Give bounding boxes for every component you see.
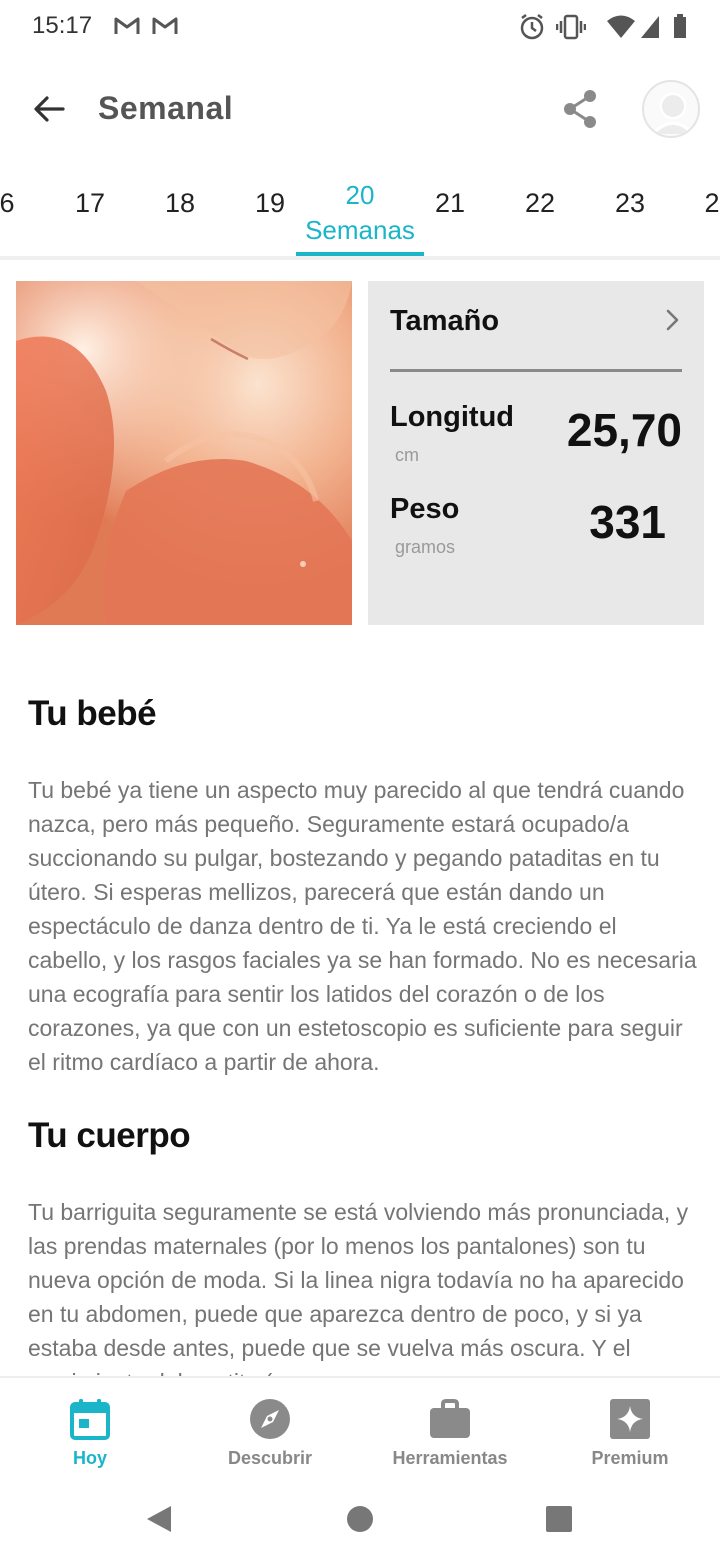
- section-body-baby: Tu bebé ya tiene un aspecto muy parecido…: [28, 777, 697, 1075]
- size-card[interactable]: Tamaño Longitud cm 25,70 Peso gramos 331: [368, 281, 704, 625]
- length-label: Longitud: [390, 401, 515, 433]
- avatar-icon: [651, 92, 695, 136]
- week-tab[interactable]: 21: [410, 188, 490, 219]
- nav-label-descubrir: Descubrir: [227, 1448, 313, 1468]
- section-title-body: Tu cuerpo: [28, 1116, 191, 1155]
- status-time: 15:17: [32, 12, 93, 39]
- nav-label-hoy: Hoy: [72, 1448, 107, 1468]
- nav-item-herramientas[interactable]: Herramientas: [360, 1378, 540, 1486]
- nav-item-descubrir[interactable]: Descubrir: [180, 1378, 360, 1486]
- system-nav-bar: [0, 1486, 720, 1560]
- wifi-icon: [607, 15, 635, 38]
- length-unit: cm: [395, 445, 419, 465]
- weight-value: 331: [589, 496, 666, 548]
- week-tab[interactable]: 18: [140, 188, 220, 219]
- battery-icon: [674, 14, 686, 38]
- weight-label: Peso: [390, 493, 460, 525]
- week-tab[interactable]: 22: [500, 188, 580, 219]
- compass-icon: [250, 1399, 290, 1439]
- calendar-icon: [70, 1399, 110, 1440]
- fetus-image: [16, 281, 352, 625]
- length-value: 25,70: [566, 404, 682, 456]
- week-tab[interactable]: 2: [672, 188, 720, 219]
- chevron-right-icon: [666, 309, 679, 331]
- nav-item-premium[interactable]: Premium: [540, 1378, 720, 1486]
- gmail-icon: [152, 17, 178, 34]
- vibrate-icon: [556, 14, 586, 40]
- size-card-divider: [390, 369, 682, 372]
- nav-item-hoy[interactable]: Hoy: [0, 1378, 180, 1486]
- back-triangle-icon[interactable]: [144, 1504, 174, 1534]
- section-body-body: Tu barriguita seguramente se está volvie…: [28, 1199, 689, 1376]
- week-tabs: 6 17 18 19 20 Semanas 21 22 23 2: [0, 166, 720, 260]
- tabs-divider: [0, 256, 720, 260]
- briefcase-icon: [430, 1399, 470, 1438]
- week-tab[interactable]: 17: [50, 188, 130, 219]
- active-week-number: 20: [345, 180, 375, 210]
- section-body-clip: Tu barriguita seguramente se está volvie…: [0, 1160, 720, 1376]
- status-bar: 15:17: [0, 0, 720, 56]
- back-button[interactable]: [24, 84, 74, 134]
- gmail-icon: [114, 17, 140, 34]
- active-week-label: Semanas: [305, 215, 415, 245]
- section-title-baby: Tu bebé: [28, 694, 157, 733]
- share-button[interactable]: [558, 86, 604, 132]
- nav-label-herramientas: Herramientas: [392, 1448, 508, 1468]
- weight-unit: gramos: [395, 537, 456, 557]
- arrow-left-icon: [34, 96, 65, 122]
- week-tab[interactable]: 6: [0, 188, 47, 219]
- app-bar: Semanal: [0, 56, 720, 166]
- signal-icon: [641, 16, 659, 38]
- week-tab[interactable]: 23: [590, 188, 670, 219]
- avatar[interactable]: [642, 80, 700, 138]
- home-circle-icon[interactable]: [345, 1504, 375, 1534]
- alarm-icon: [520, 14, 544, 40]
- nav-label-premium: Premium: [591, 1448, 669, 1468]
- bottom-nav: Hoy Descubrir Herramientas Premium: [0, 1376, 720, 1486]
- size-card-title: Tamaño: [390, 305, 500, 337]
- week-tab-active[interactable]: 20 Semanas: [296, 180, 424, 250]
- recents-square-icon[interactable]: [544, 1504, 574, 1534]
- page-title: Semanal: [98, 90, 234, 126]
- share-icon: [564, 90, 596, 128]
- sparkle-icon: [610, 1399, 650, 1439]
